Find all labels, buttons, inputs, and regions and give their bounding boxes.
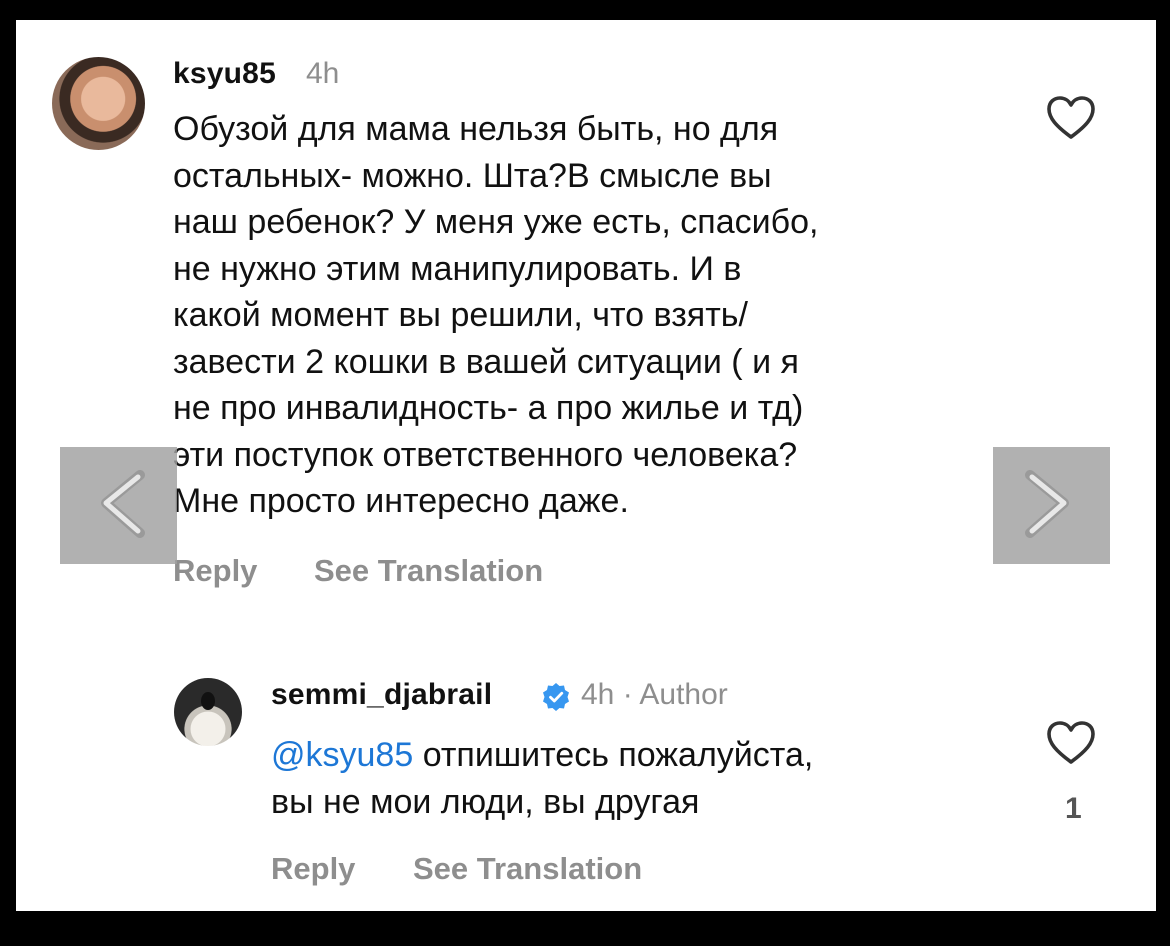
comment-time: 4h xyxy=(306,57,340,90)
reply-reply-button[interactable]: Reply xyxy=(271,851,355,887)
verified-badge-icon xyxy=(543,683,569,711)
comment-username[interactable]: ksyu85 xyxy=(173,57,276,91)
mention-link[interactable]: @ksyu85 xyxy=(271,736,413,774)
reply-see-translation-button[interactable]: See Translation xyxy=(413,851,642,887)
comment-see-translation-button[interactable]: See Translation xyxy=(314,553,543,589)
avatar-semmi-djabrail[interactable] xyxy=(174,678,242,746)
comment-text: Обузой для мама нельзя быть, но для оста… xyxy=(173,110,819,520)
reply-text: @ksyu85 отпишитесь пожалуйста, вы не мои… xyxy=(271,732,813,825)
heart-outline-icon[interactable] xyxy=(1046,720,1096,766)
comments-panel: ksyu85 4h Обузой для мама нельзя быть, н… xyxy=(16,20,1156,911)
avatar-ksyu85[interactable] xyxy=(52,57,145,150)
reply-like-count: 1 xyxy=(1065,792,1082,825)
reply-username[interactable]: semmi_djabrail xyxy=(271,678,492,712)
chevron-right-icon xyxy=(1025,470,1069,538)
reply-time-author: 4h · Author xyxy=(581,678,728,711)
next-button[interactable] xyxy=(993,447,1110,564)
heart-outline-icon[interactable] xyxy=(1046,95,1096,141)
chevron-left-icon xyxy=(101,470,145,538)
previous-button[interactable] xyxy=(60,447,177,564)
comment-reply-button[interactable]: Reply xyxy=(173,553,257,589)
